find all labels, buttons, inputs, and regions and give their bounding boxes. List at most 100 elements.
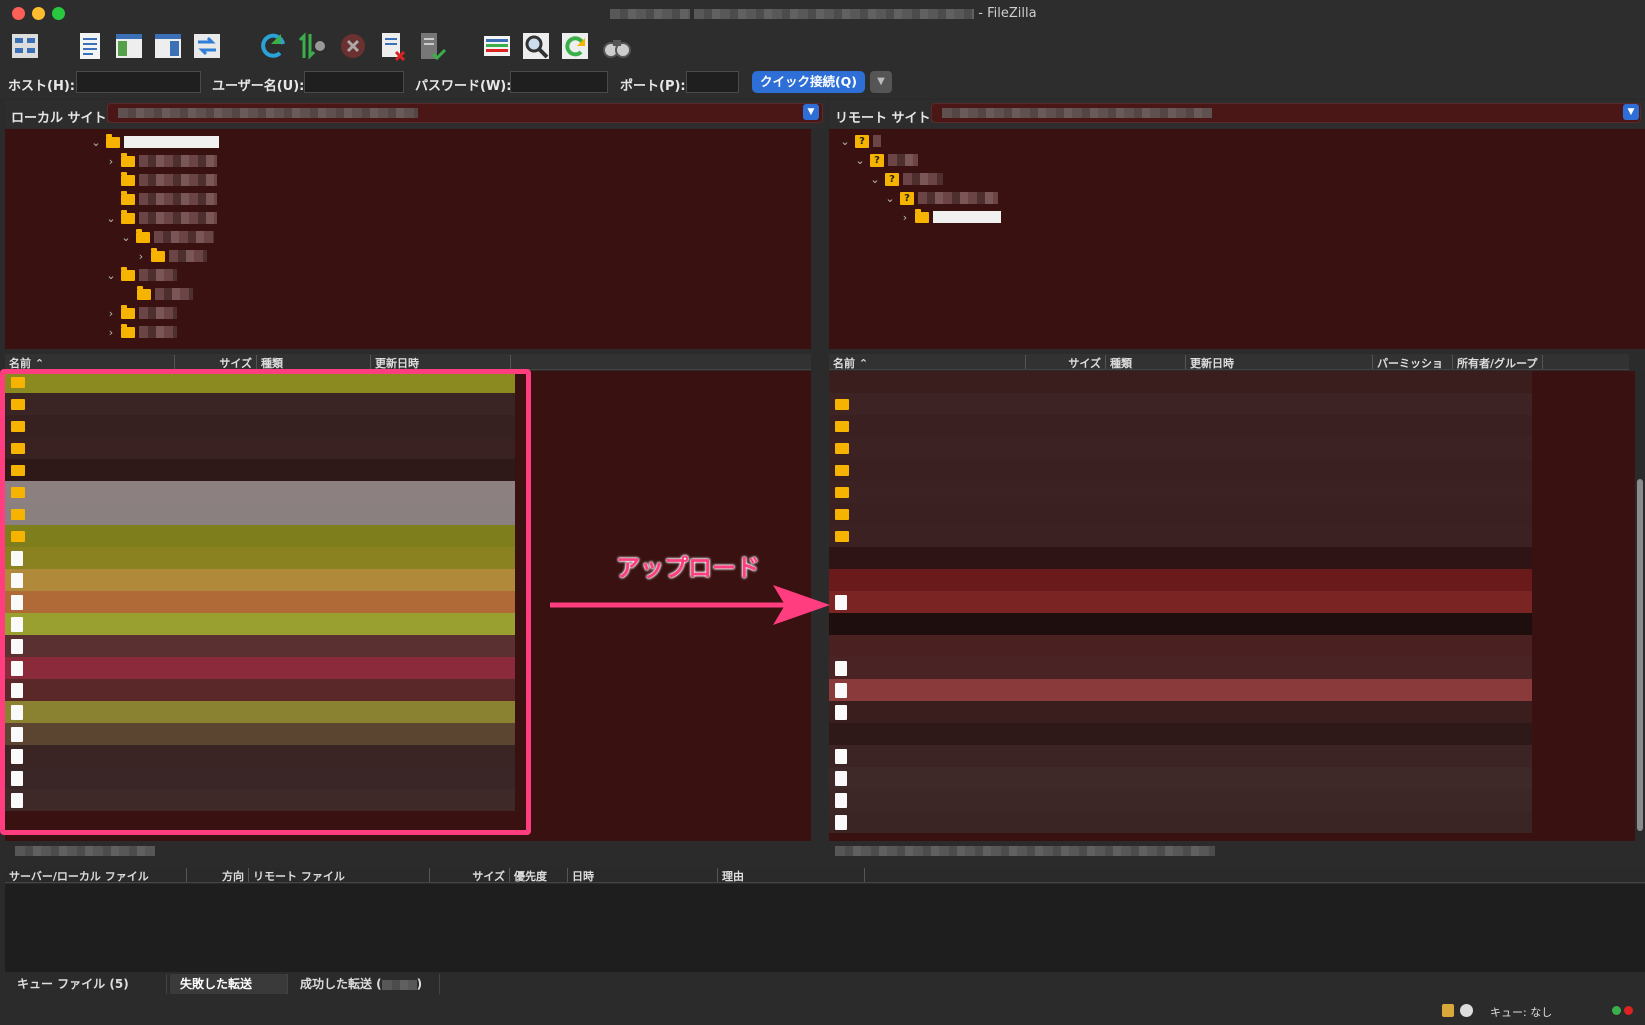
remote-list-scrollbar[interactable] [1635,371,1645,841]
port-label: ポート(P): [620,79,686,94]
column-direction[interactable]: 方向 [187,868,249,883]
window-title-text: - FileZilla [978,6,1037,21]
folder-icon [137,285,151,300]
column-server-local[interactable]: サーバー/ローカル ファイル [5,868,187,883]
filter-icon[interactable] [480,28,514,64]
tree-node[interactable]: › [105,304,177,322]
title-bar: - FileZilla [0,0,1645,28]
local-path-field[interactable] [107,103,823,123]
list-item[interactable] [829,481,1532,503]
cancel-icon[interactable] [336,28,370,64]
minimize-window-button[interactable] [32,7,45,20]
folder-icon [121,171,135,186]
list-item[interactable] [829,635,1532,657]
list-item[interactable] [829,811,1532,833]
tree-node[interactable]: › [105,152,217,170]
remote-file-list [829,371,1645,841]
column-remote-file[interactable]: リモート ファイル [249,868,430,883]
tree-node[interactable]: › [105,323,177,341]
tree-node[interactable] [121,190,217,208]
column-size[interactable]: サイズ [175,355,257,370]
list-item[interactable] [829,525,1532,547]
list-item[interactable] [829,569,1532,591]
process-queue-icon[interactable] [295,28,329,64]
tree-node[interactable] [137,285,193,303]
quickconnect-history-dropdown[interactable]: ▼ [870,71,892,93]
chevron-down-icon[interactable]: ▼ [1623,104,1639,120]
speed-limit-icon[interactable] [1460,1004,1473,1017]
list-item[interactable] [829,723,1532,745]
column-type[interactable]: 種類 [257,355,371,370]
search-icon[interactable] [600,28,634,64]
remote-status-line [829,842,1645,860]
remote-path-field[interactable] [931,103,1641,123]
quickconnect-button[interactable]: クイック接続(Q) [752,71,865,93]
lock-icon [1442,1004,1454,1017]
tree-node[interactable]: › [135,247,207,265]
chevron-down-icon[interactable]: ▼ [803,104,819,120]
list-item[interactable] [829,745,1532,767]
compare-icon[interactable] [519,28,553,64]
log-toggle-icon[interactable] [73,28,107,64]
tab-queued-files[interactable]: キュー ファイル (5) [7,974,167,994]
list-item[interactable] [829,613,1532,635]
folder-icon [121,266,135,281]
tree-node[interactable]: ⌄ [105,266,177,284]
tree-node[interactable]: ⌄? [839,132,881,150]
list-item[interactable] [829,547,1532,569]
close-window-button[interactable] [12,7,25,20]
tab-failed-transfers[interactable]: 失敗した転送 [170,974,288,994]
password-label: パスワード(W): [415,79,512,94]
column-modified[interactable]: 更新日時 [371,355,511,370]
site-manager-icon[interactable] [8,28,42,64]
list-item[interactable] [829,371,1532,393]
quickconnect-bar: ホスト(H): ユーザー名(U): パスワード(W): ポート(P): クイック… [0,68,1645,98]
column-permission[interactable]: パーミッション [1373,355,1453,386]
list-item[interactable] [829,657,1532,679]
password-field[interactable] [510,71,608,93]
column-name[interactable]: 名前 ⌃ [829,355,1026,370]
refresh-icon[interactable] [256,28,290,64]
tree-node[interactable]: ⌄? [854,151,918,169]
local-tree-toggle-icon[interactable] [112,28,146,64]
list-item[interactable] [829,393,1532,415]
column-size[interactable]: サイズ [1026,355,1106,370]
sync-browse-icon[interactable] [558,28,592,64]
column-owner[interactable]: 所有者/グループ [1453,355,1543,370]
list-item[interactable] [829,415,1532,437]
host-field[interactable] [76,71,201,93]
tree-node[interactable]: ⌄? [869,170,943,188]
port-field[interactable] [686,71,739,93]
reconnect-icon[interactable] [414,28,448,64]
disconnect-icon[interactable] [375,28,409,64]
tree-node[interactable]: ⌄ [105,209,217,227]
folder-icon [151,247,165,262]
column-modified[interactable]: 更新日時 [1186,355,1373,370]
username-field[interactable] [304,71,404,93]
remote-directory-tree: ⌄? ⌄? ⌄? ⌄? › [829,129,1645,349]
list-item[interactable] [829,789,1532,811]
highlight-box [0,369,531,835]
tree-node[interactable] [121,171,217,189]
list-item[interactable] [829,701,1532,723]
tree-node[interactable]: ⌄? [884,189,998,207]
column-size[interactable]: サイズ [430,868,510,883]
tree-node[interactable]: › [899,208,1001,226]
tab-successful-transfers[interactable]: 成功した転送 () [290,974,440,994]
maximize-window-button[interactable] [52,7,65,20]
column-name[interactable]: 名前 ⌃ [5,355,175,370]
list-item[interactable] [829,767,1532,789]
list-item[interactable] [829,459,1532,481]
list-item[interactable] [829,503,1532,525]
list-item[interactable] [829,679,1532,701]
column-reason[interactable]: 理由 [718,868,865,883]
column-time[interactable]: 日時 [568,868,718,883]
transfer-queue-icon[interactable] [190,28,224,64]
list-item[interactable] [829,437,1532,459]
list-item[interactable] [829,591,1532,613]
remote-tree-toggle-icon[interactable] [151,28,185,64]
tree-node[interactable]: ⌄ [90,133,219,151]
column-priority[interactable]: 優先度 [510,868,568,883]
column-type[interactable]: 種類 [1106,355,1186,370]
tree-node[interactable]: ⌄ [120,228,214,246]
